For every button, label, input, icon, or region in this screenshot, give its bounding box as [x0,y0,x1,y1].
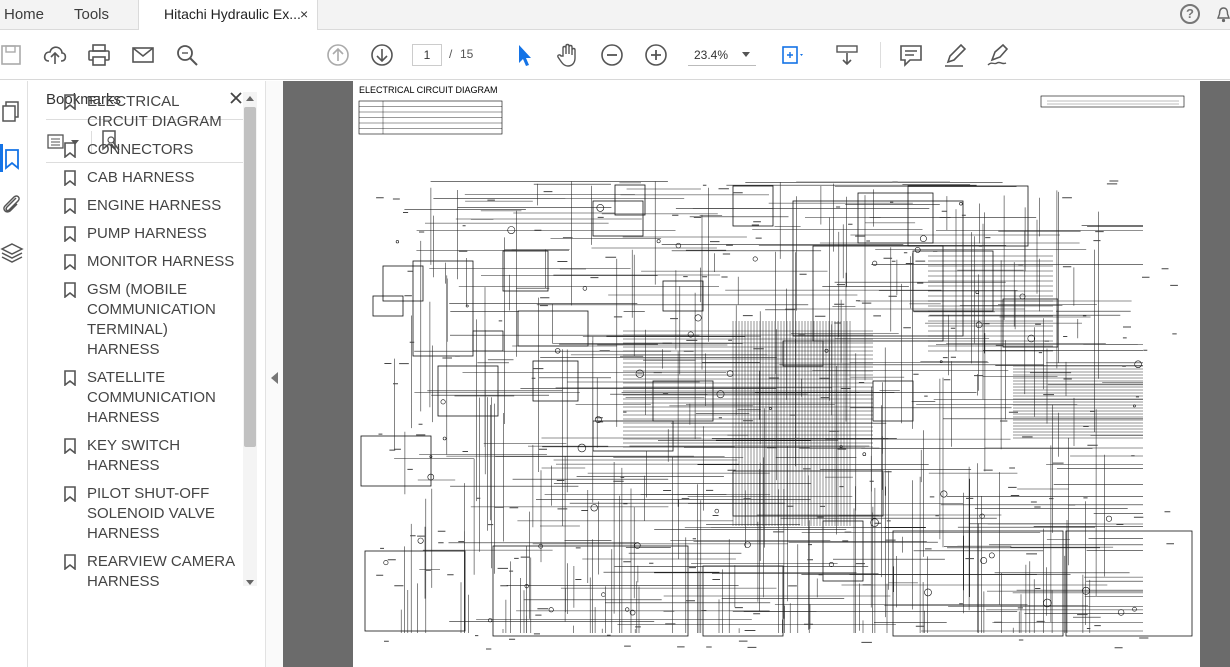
bookmark-icon [64,198,76,214]
help-icon[interactable]: ? [1180,4,1200,24]
select-cursor-icon[interactable] [511,42,537,68]
bookmark-item[interactable]: PUMP HARNESS [28,224,244,244]
bookmark-panel-icon[interactable] [0,147,24,171]
bookmark-item[interactable]: PILOT SHUT-OFF SOLENOID VALVE HARNESS [28,484,244,544]
toolbar-divider [880,42,881,68]
navigation-rail [0,81,28,667]
menu-bar: Home Tools Hitachi Hydraulic Ex... × ? [0,0,1230,30]
sign-icon[interactable] [986,42,1012,68]
bookmark-item[interactable]: KEY SWITCH HARNESS [28,436,244,476]
bookmark-label: ENGINE HARNESS [87,197,222,214]
bookmark-list: ELECTRICAL CIRCUIT DIAGRAM CONNECTORS CAB … [28,92,244,586]
zoom-out-icon[interactable] [599,42,625,68]
zoom-in-icon[interactable] [643,42,669,68]
toolbar: 1 / 15 23.4% [0,30,1230,80]
scroll-up-icon[interactable] [246,96,254,101]
bookmark-item[interactable]: CONNECTORS [28,140,244,160]
document-tab[interactable]: Hitachi Hydraulic Ex... × [138,0,318,30]
bookmark-label: CAB HARNESS [87,169,195,186]
bookmark-label: REARVIEW CAMERA HARNESS [87,553,235,586]
bookmark-icon [64,486,76,502]
bookmark-label: MONITOR HARNESS [87,253,235,270]
highlight-pen-icon[interactable] [942,42,968,68]
document-tab-title: Hitachi Hydraulic Ex... [164,6,301,22]
bookmark-icon [64,226,76,242]
bookmark-icon [64,370,76,386]
bookmark-label: SATELLITE COMMUNICATION HARNESS [87,369,216,426]
bookmark-icon [64,142,76,158]
bookmark-item[interactable]: CAB HARNESS [28,168,244,188]
circuit-diagram-image [358,95,1193,650]
bookmark-item[interactable]: MONITOR HARNESS [28,252,244,272]
bookmark-icon [64,254,76,270]
page-separator: / [449,47,453,61]
scroll-down-icon[interactable] [246,580,254,585]
bookmark-item[interactable]: REARVIEW CAMERA HARNESS [28,552,244,586]
document-viewport[interactable]: ELECTRICAL CIRCUIT DIAGRAM [283,81,1230,667]
pdf-page: ELECTRICAL CIRCUIT DIAGRAM [353,81,1200,667]
bookmark-icon [64,282,76,298]
collapse-panel-icon[interactable] [271,372,278,384]
save-icon[interactable] [0,42,26,68]
bookmark-item[interactable]: ENGINE HARNESS [28,196,244,216]
bookmark-label: CONNECTORS [87,141,194,158]
attachment-icon[interactable] [0,192,24,216]
panel-splitter[interactable] [265,81,283,667]
total-pages: 15 [460,47,474,61]
bookmark-icon [64,170,76,186]
tools-menu[interactable]: Tools [74,0,109,29]
bookmark-icon [64,554,76,570]
next-page-icon[interactable] [369,42,395,68]
layers-icon[interactable] [0,241,24,265]
bookmark-label: PILOT SHUT-OFF SOLENOID VALVE HARNESS [87,485,215,542]
search-icon[interactable] [174,42,200,68]
scroll-mode-icon[interactable] [834,42,860,68]
home-menu[interactable]: Home [4,0,44,29]
upload-cloud-icon[interactable] [42,42,68,68]
bookmark-label: ELECTRICAL CIRCUIT DIAGRAM [87,93,222,130]
bookmark-item[interactable]: SATELLITE COMMUNICATION HARNESS [28,368,244,428]
bookmark-icon [64,438,76,454]
bookmark-label: KEY SWITCH HARNESS [87,437,181,474]
bookmark-item[interactable]: ELECTRICAL CIRCUIT DIAGRAM [28,92,244,132]
hand-tool-icon[interactable] [555,42,581,68]
previous-page-icon[interactable] [325,42,351,68]
notification-icon[interactable] [1217,7,1230,23]
bookmark-item[interactable]: GSM (MOBILE COMMUNICATION TERMINAL) HARN… [28,280,244,360]
email-icon[interactable] [130,42,156,68]
bookmark-label: PUMP HARNESS [87,225,207,242]
fit-page-icon[interactable] [778,42,804,68]
bookmark-label: GSM (MOBILE COMMUNICATION TERMINAL) HARN… [87,281,216,358]
page-number-input[interactable]: 1 [412,44,442,66]
bookmark-icon [64,94,76,110]
chevron-down-icon[interactable] [742,52,750,57]
page-thumbnails-icon[interactable] [0,99,24,123]
close-tab-button[interactable]: × [300,0,308,29]
scrollbar-thumb[interactable] [244,107,256,447]
print-icon[interactable] [86,42,112,68]
comment-icon[interactable] [898,42,924,68]
